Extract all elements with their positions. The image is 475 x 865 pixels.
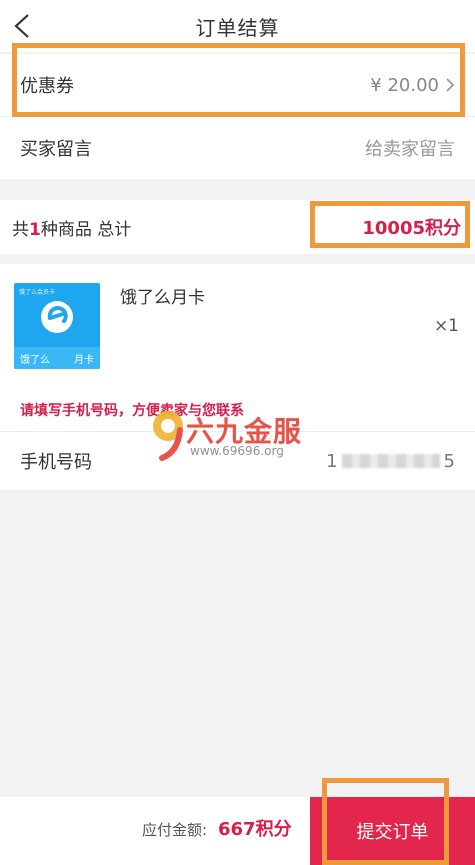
chevron-right-icon xyxy=(446,78,455,92)
watermark-url: www.69696.org xyxy=(190,444,284,458)
payable-label: 应付金额: xyxy=(142,821,208,839)
order-total-row: 共1种商品 总计 10005积分 xyxy=(0,200,475,254)
total-points: 10005积分 xyxy=(362,218,461,239)
coupon-row[interactable]: 优惠券 ¥ 20.00 xyxy=(0,54,475,116)
thumbnail-strip: 饿了么 月卡 xyxy=(14,347,100,369)
buyer-message-label: 买家留言 xyxy=(20,139,92,160)
phone-last-digit: 5 xyxy=(443,450,455,472)
watermark-logo-icon xyxy=(153,411,183,461)
phone-label: 手机号码 xyxy=(20,452,92,473)
coupon-value: ¥ 20.00 xyxy=(370,74,439,96)
item-count-summary: 共1种商品 总计 xyxy=(12,215,131,240)
summary-prefix: 共 xyxy=(12,219,29,240)
phone-first-digit: 1 xyxy=(326,450,338,472)
coupon-value-group: ¥ 20.00 xyxy=(370,75,455,96)
checkout-footer: 应付金额: 667积分 提交订单 xyxy=(0,797,475,865)
thumbnail-brand: 饿了么 xyxy=(20,354,50,366)
submit-order-button[interactable]: 提交订单 xyxy=(310,797,475,865)
thumbnail-caption: 饿了么会员卡 xyxy=(19,289,56,296)
product-thumbnail[interactable]: 饿了么会员卡 饿了么 月卡 xyxy=(14,283,100,369)
thumbnail-type: 月卡 xyxy=(74,354,94,366)
product-quantity: ×1 xyxy=(433,316,459,336)
buyer-message-row[interactable]: 买家留言 给卖家留言 xyxy=(0,117,475,179)
product-name: 饿了么月卡 xyxy=(120,288,205,308)
watermark: 六九金服 www.69696.org xyxy=(150,408,320,462)
payable-amount: 667积分 xyxy=(218,819,292,840)
page-title: 订单结算 xyxy=(195,15,280,40)
summary-suffix: 种商品 总计 xyxy=(40,219,132,240)
item-count: 1 xyxy=(29,219,41,240)
back-arrow-icon[interactable] xyxy=(12,13,34,39)
phone-number-field[interactable]: 1 5 xyxy=(326,451,455,472)
buyer-message-input[interactable]: 给卖家留言 xyxy=(365,135,455,161)
top-nav-bar: 订单结算 xyxy=(0,0,475,52)
coupon-label: 优惠券 xyxy=(20,76,74,97)
phone-blur-mask xyxy=(341,454,440,468)
eleme-logo-icon xyxy=(41,301,73,333)
